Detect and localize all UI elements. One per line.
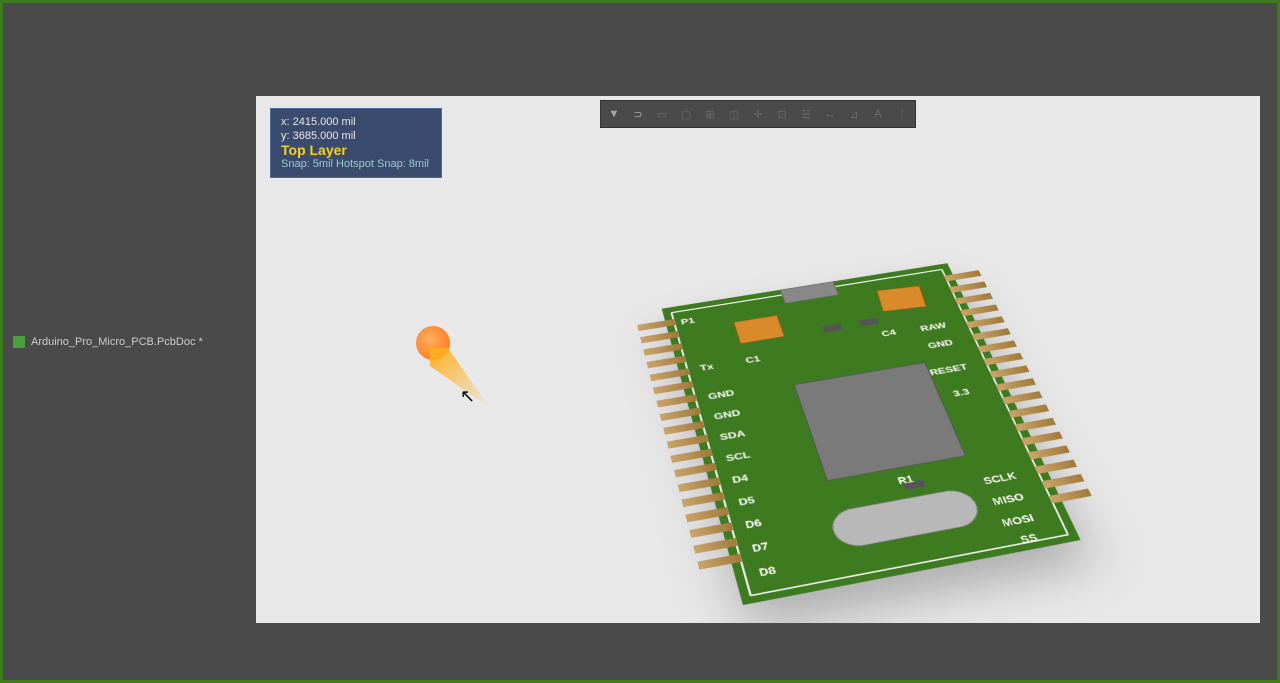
hud-x: x: 2415.000 mil <box>281 115 429 129</box>
hud-layer: Top Layer <box>281 143 429 157</box>
pcb-3d-scene: P1 Tx C1 C4 RAW GND GND RESET 3.3 GND SD… <box>536 106 1256 623</box>
coordinate-hud: x: 2415.000 mil y: 3685.000 mil Top Laye… <box>270 108 442 178</box>
hud-y: y: 3685.000 mil <box>281 129 429 143</box>
hud-snap: Snap: 5mil Hotspot Snap: 8mil <box>281 157 429 171</box>
annotation-pointer <box>396 324 466 394</box>
document-tabs: Home Page [1] Arduino_Pro_Micro_SCH.SchD… <box>256 74 1260 96</box>
pcb-icon <box>13 336 25 348</box>
pcb-3d-viewport[interactable]: ▼ ⊃ ▭ ▢ ⊞ ◫ ✛ ⊡ ☱ ↔ ⊿ A ⁞ x: 2415.000 mi… <box>256 96 1260 623</box>
mouse-cursor-icon: ↖ <box>460 386 475 407</box>
